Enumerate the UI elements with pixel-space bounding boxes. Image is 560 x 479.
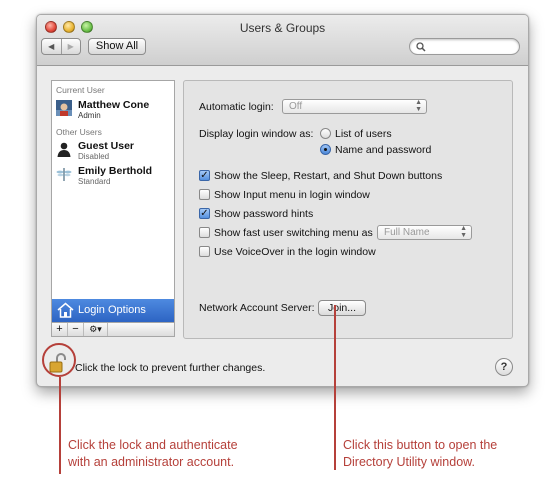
display-login-label: Display login window as: [199,128,314,140]
forward-arrow-icon[interactable]: ▶ [60,39,81,54]
user-photo-avatar [56,100,72,116]
popup-arrows-icon: ▲ ▼ [460,225,467,239]
lock-callout-line1: Click the lock and authenticate [68,438,238,452]
join-callout-line [334,305,336,470]
users-sidebar: Current User Matthew Cone Admin Other Us… [51,80,175,323]
lock-instruction-text: Click the lock to prevent further change… [75,362,266,374]
action-gear-icon[interactable]: ⚙▾ [84,323,108,336]
guest-silhouette-icon [57,142,71,157]
show-password-hints-checkbox[interactable]: ✓ [199,208,210,219]
login-options-item[interactable]: Login Options [52,299,174,322]
fast-user-switching-label: Show fast user switching menu as [214,227,373,239]
name-and-password-label: Name and password [335,144,432,156]
user-role: Admin [78,111,101,120]
user-role: Disabled [78,152,110,161]
lock-callout-line [59,377,61,474]
house-icon [57,302,74,318]
show-all-button[interactable]: Show All [88,38,146,55]
title-bar: Users & Groups ◀ ▶ Show All [37,15,528,66]
lock-callout-text: Click the lock and authenticate with an … [68,437,238,471]
popup-arrows-icon: ▲ ▼ [415,99,422,113]
fast-switch-value: Full Name [384,227,430,238]
other-users-header: Other Users [56,127,102,137]
back-arrow-icon[interactable]: ◀ [42,39,61,54]
user-role: Standard [78,177,111,186]
show-sleep-restart-label: Show the Sleep, Restart, and Shut Down b… [214,170,443,182]
join-callout-line1: Click this button to open the [343,438,498,452]
join-callout-text: Click this button to open the Directory … [343,437,497,471]
fast-user-switching-checkbox[interactable] [199,227,210,238]
back-forward-control: ◀ ▶ [41,38,81,55]
user-item-emily-berthold[interactable]: Emily Berthold Standard [56,165,172,187]
network-account-server-label: Network Account Server: [199,302,315,314]
dragonfly-avatar-icon [56,168,72,181]
automatic-login-value: Off [289,101,303,112]
current-user-header: Current User [56,85,105,95]
add-user-button[interactable]: + [52,323,68,336]
list-of-users-label: List of users [335,128,392,140]
join-button[interactable]: Join... [318,300,366,316]
search-field[interactable] [409,38,520,55]
list-of-users-radio[interactable] [320,128,331,139]
user-item-matthew-cone[interactable]: Matthew Cone Admin [56,99,172,121]
user-name: Emily Berthold [78,165,153,177]
join-callout-line2: Directory Utility window. [343,455,475,469]
lock-highlight-ring [42,343,76,377]
show-input-menu-checkbox[interactable] [199,189,210,200]
fast-switch-popup[interactable]: Full Name ▲ ▼ [377,225,472,240]
remove-user-button[interactable]: − [68,323,84,336]
login-options-panel: Automatic login: Off ▲ ▼ Display login wi… [183,80,513,339]
show-password-hints-label: Show password hints [214,208,314,220]
user-name: Guest User [78,140,135,152]
window-title: Users & Groups [239,21,326,35]
user-name: Matthew Cone [78,99,150,111]
automatic-login-label: Automatic login: [199,101,274,113]
sidebar-button-bar: + − ⚙▾ [51,323,175,337]
voiceover-label: Use VoiceOver in the login window [214,246,376,258]
login-options-label: Login Options [78,304,146,316]
show-input-menu-label: Show Input menu in login window [214,189,370,201]
name-and-password-radio[interactable] [320,144,331,155]
show-sleep-restart-checkbox[interactable]: ✓ [199,170,210,181]
users-groups-window: Users & Groups ◀ ▶ Show All Current User… [36,14,529,387]
help-button[interactable]: ? [495,358,513,376]
voiceover-checkbox[interactable] [199,246,210,257]
user-item-guest-user[interactable]: Guest User Disabled [56,140,172,162]
search-icon [416,42,426,52]
lock-callout-line2: with an administrator account. [68,455,235,469]
automatic-login-popup[interactable]: Off ▲ ▼ [282,99,427,114]
